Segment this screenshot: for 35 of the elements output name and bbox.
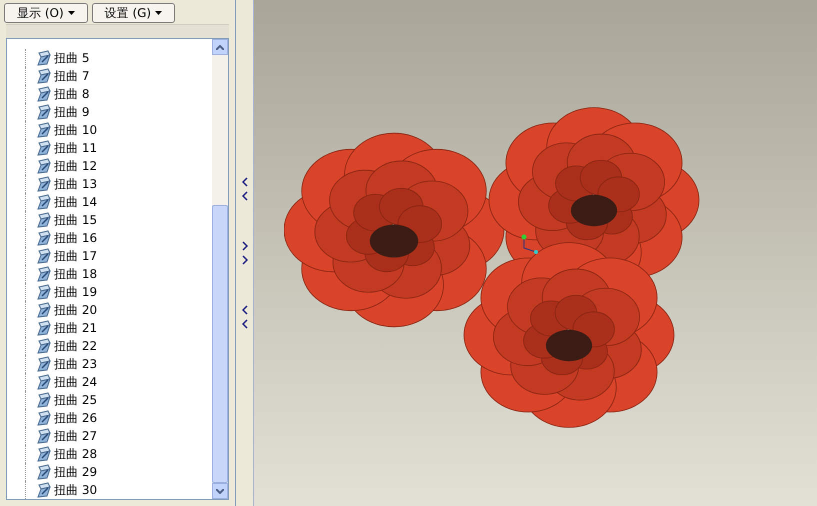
warp-feature-icon	[36, 338, 52, 354]
collapse-arrows-icon	[242, 177, 248, 201]
caret-icon	[68, 11, 75, 15]
warp-feature-icon	[36, 86, 52, 102]
expand-arrows-icon	[242, 241, 248, 265]
warp-feature-icon	[36, 68, 52, 84]
warp-feature-icon	[36, 284, 52, 300]
warp-feature-icon	[36, 176, 52, 192]
warp-feature-icon	[36, 482, 52, 498]
caret-icon	[155, 11, 162, 15]
scrollbar[interactable]	[212, 39, 228, 499]
collapse-arrows-icon	[242, 305, 248, 329]
warp-feature-icon	[36, 248, 52, 264]
scrollbar-thumb[interactable]	[212, 205, 228, 483]
warp-feature-icon	[36, 230, 52, 246]
warp-feature-icon	[36, 158, 52, 174]
warp-feature-icon	[36, 428, 52, 444]
menu-button[interactable]: 设置 (G)	[92, 3, 176, 23]
warp-feature-icon	[36, 140, 52, 156]
menu-button[interactable]: 显示 (O)	[4, 3, 88, 23]
warp-feature-icon	[36, 50, 52, 66]
warp-feature-icon	[36, 410, 52, 426]
coordinate-axes-icon	[520, 234, 540, 254]
warp-feature-icon	[36, 194, 52, 210]
warp-feature-icon	[36, 464, 52, 480]
warp-feature-icon	[36, 302, 52, 318]
warp-feature-icon	[36, 212, 52, 228]
warp-feature-icon	[36, 446, 52, 462]
warp-feature-icon	[36, 104, 52, 120]
warp-feature-icon	[36, 320, 52, 336]
warp-feature-icon	[36, 266, 52, 282]
warp-feature-icon	[36, 356, 52, 372]
warp-feature-icon	[36, 122, 52, 138]
warp-feature-icon	[36, 392, 52, 408]
warp-feature-icon	[36, 374, 52, 390]
